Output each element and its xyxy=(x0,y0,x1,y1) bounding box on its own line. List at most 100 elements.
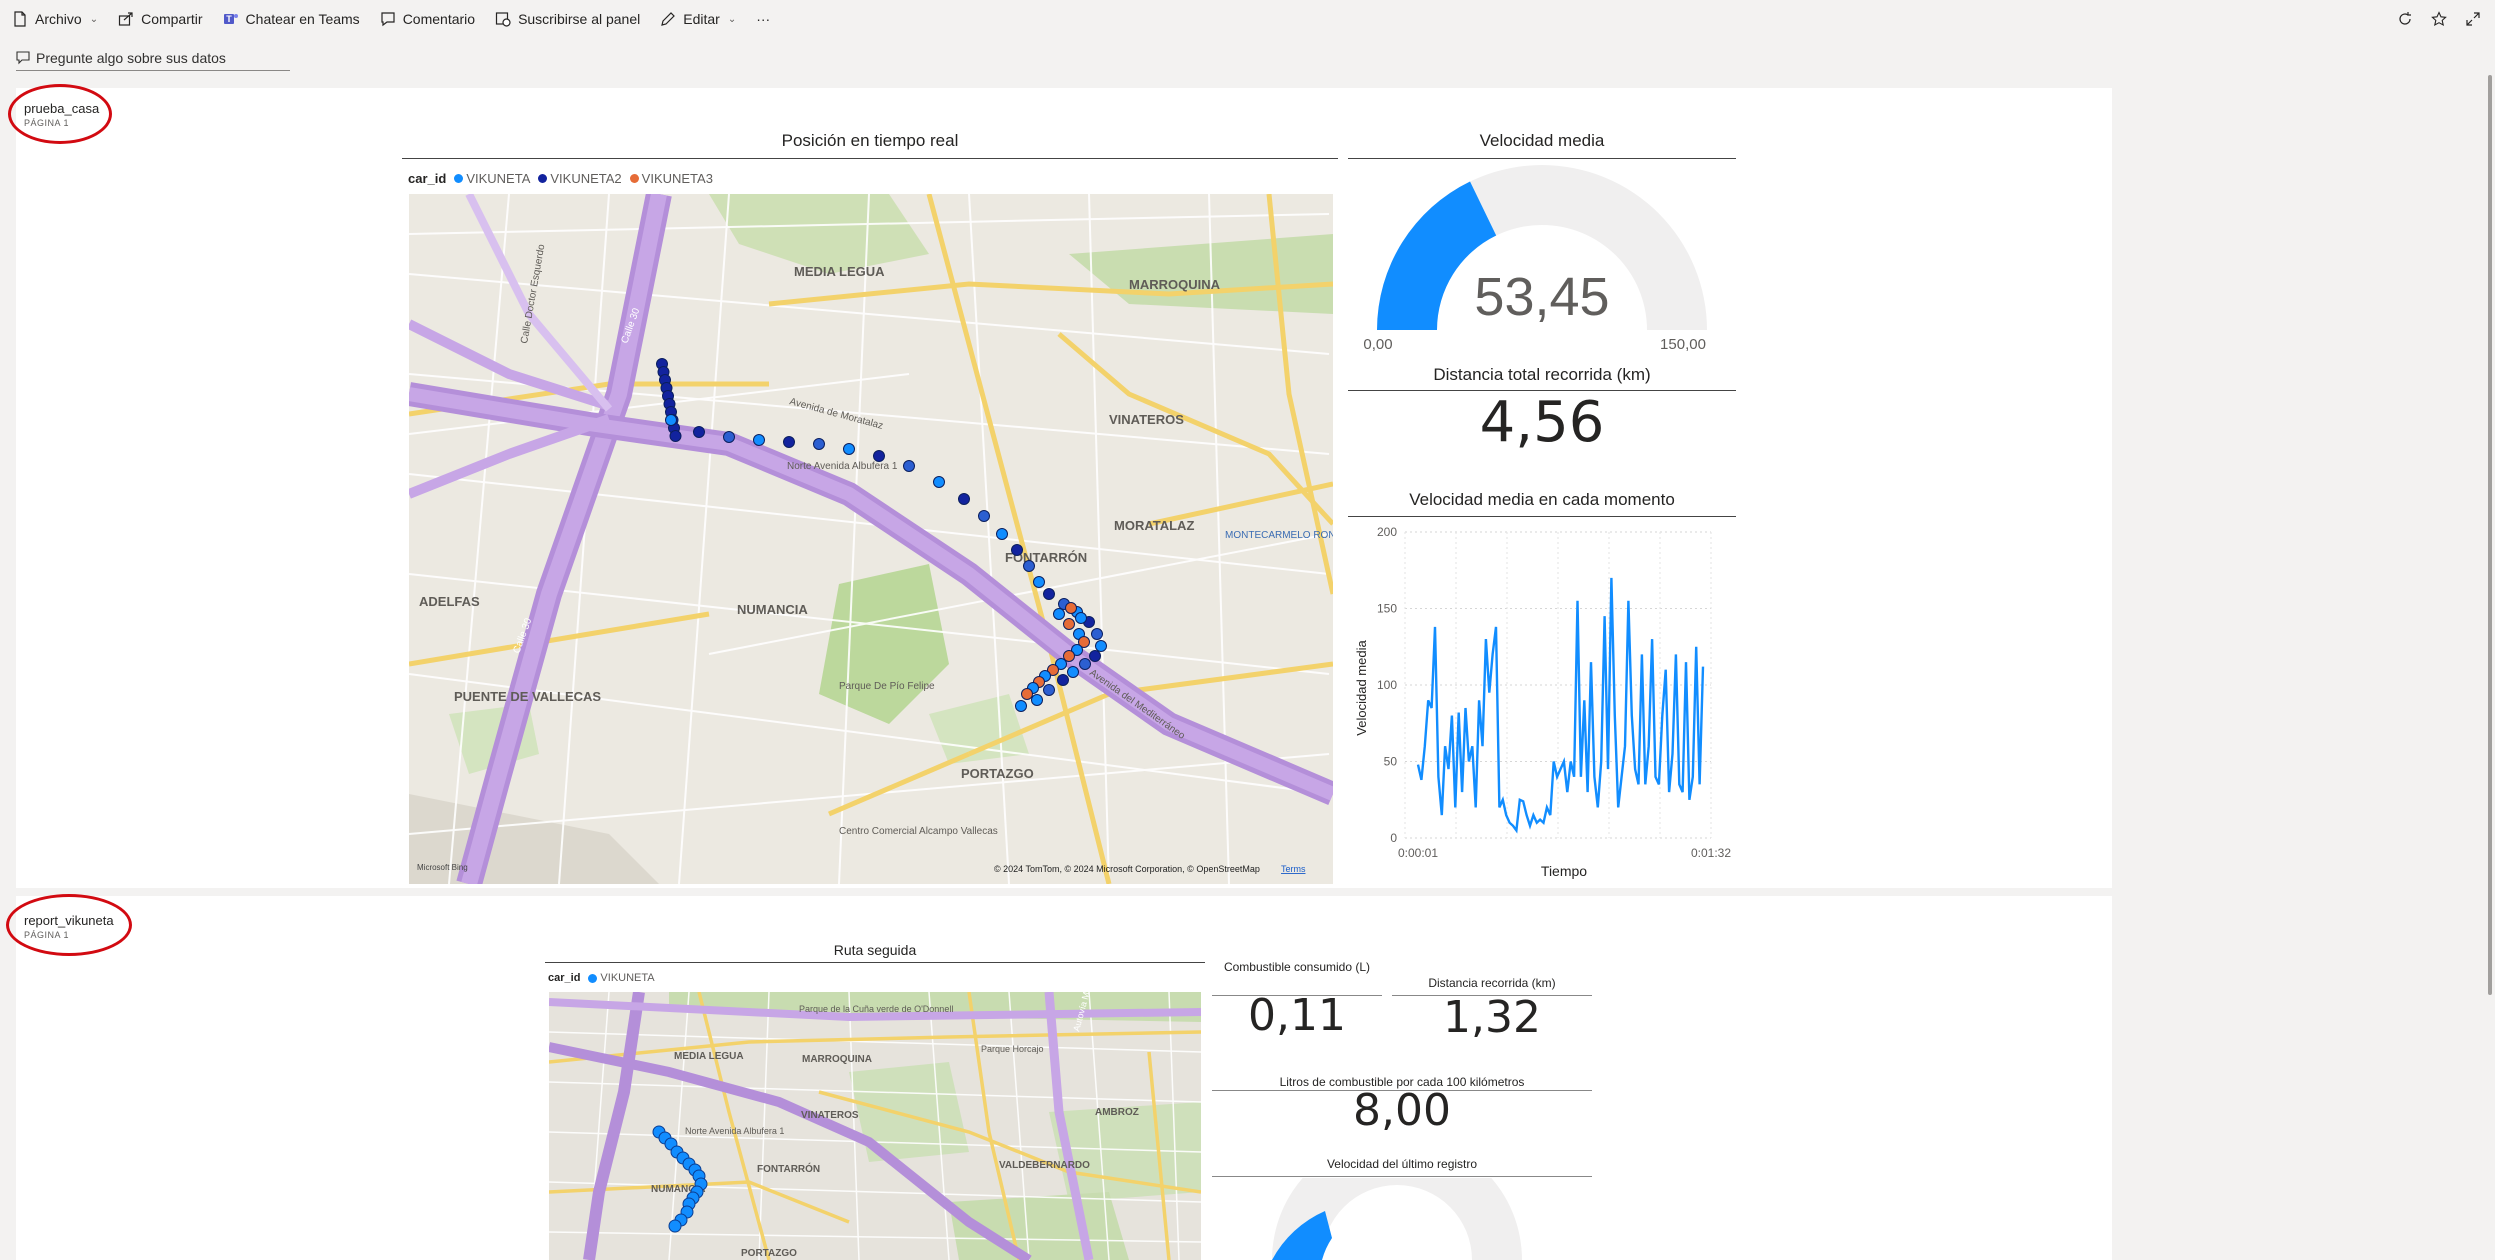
y-tick-label: 0 xyxy=(1390,831,1397,845)
report-name[interactable]: prueba_casa xyxy=(24,101,99,116)
place-label: ADELFAS xyxy=(419,594,480,609)
gauge-value: 53,45 xyxy=(1474,267,1609,327)
report-page: PÁGINA 1 xyxy=(24,118,70,128)
route-point[interactable] xyxy=(665,414,677,426)
route-point[interactable] xyxy=(1015,700,1027,712)
comment-label: Comentario xyxy=(402,11,476,27)
comment-button[interactable]: Comentario xyxy=(380,11,475,27)
route-point[interactable] xyxy=(1095,640,1107,652)
title-underline xyxy=(545,962,1205,963)
map-brand: Microsoft Bing xyxy=(417,863,468,872)
fullscreen-icon[interactable] xyxy=(2465,11,2481,27)
legend-dot xyxy=(538,174,548,183)
route-point[interactable] xyxy=(1043,588,1055,600)
title-underline xyxy=(1348,158,1736,159)
legend-dot xyxy=(629,174,639,183)
legend-label: VIKUNETA xyxy=(466,171,531,186)
y-axis: 0 50 100 150 200 xyxy=(1377,525,1397,845)
legend-item[interactable]: VIKUNETA2 xyxy=(538,171,622,186)
file-icon xyxy=(12,11,28,27)
route-point[interactable] xyxy=(1031,694,1043,706)
refresh-icon[interactable] xyxy=(2397,11,2413,27)
route-point[interactable] xyxy=(723,431,735,443)
legend-item[interactable]: VIKUNETA xyxy=(588,972,655,984)
route-map-view[interactable]: MEDIA LEGUA MARROQUINA VINATEROS VALDEBE… xyxy=(549,992,1201,1260)
speed-line-chart[interactable]: 0 50 100 150 200 0:00:01 0:01:32 Tiempo Velo… xyxy=(1348,520,1736,885)
title-underline xyxy=(1212,1176,1592,1177)
route-point[interactable] xyxy=(753,434,765,446)
place-label: PUENTE DE VALLECAS xyxy=(454,689,601,704)
qna-input[interactable]: Pregunte algo sobre sus datos xyxy=(16,46,290,71)
x-tick-label: 0:00:01 xyxy=(1398,846,1438,860)
route-point[interactable] xyxy=(1011,544,1023,556)
route-point[interactable] xyxy=(1075,612,1087,624)
place-label: FONTARRÓN xyxy=(757,1162,820,1175)
scrollbar[interactable] xyxy=(2485,75,2495,995)
card-title: Distancia recorrida (km) xyxy=(1428,976,1556,990)
route-point[interactable] xyxy=(783,436,795,448)
more-options-button[interactable]: ··· xyxy=(756,11,770,27)
legend-item[interactable]: VIKUNETA xyxy=(454,171,530,186)
route-point[interactable] xyxy=(1089,650,1101,662)
subscribe-button[interactable]: Suscribirse al panel xyxy=(495,11,640,27)
route-point[interactable] xyxy=(1023,560,1035,572)
legend-label: VIKUNETA xyxy=(600,972,655,984)
map-attribution: © 2024 TomTom, © 2024 Microsoft Corporat… xyxy=(994,864,1260,874)
route-point[interactable] xyxy=(669,430,682,442)
toolbar: Archivo ⌄ Compartir T Chatear en Teams C… xyxy=(0,0,2495,38)
share-button[interactable]: Compartir xyxy=(118,11,203,27)
route-point[interactable] xyxy=(1067,666,1079,678)
edit-label: Editar xyxy=(683,11,720,27)
route-point[interactable] xyxy=(668,1219,682,1233)
share-label: Compartir xyxy=(141,11,203,27)
map-legend: car_id VIKUNETA VIKUNETA2 VIKUNETA3 xyxy=(408,171,721,186)
gauge-title: Velocidad media xyxy=(1479,131,1605,150)
report-name[interactable]: report_vikuneta xyxy=(24,913,114,928)
place-label: MARROQUINA xyxy=(1129,277,1221,292)
route-point[interactable] xyxy=(1057,674,1069,686)
comment-icon xyxy=(380,11,396,27)
last-speed-gauge[interactable] xyxy=(1212,1178,1592,1260)
more-icon: ··· xyxy=(756,11,771,27)
archivo-menu[interactable]: Archivo ⌄ xyxy=(12,11,98,27)
edit-menu[interactable]: Editar ⌄ xyxy=(660,11,736,27)
place-label: NUMANCIA xyxy=(737,602,808,617)
favorite-icon[interactable] xyxy=(2431,11,2447,27)
title-underline xyxy=(1348,516,1736,517)
teams-button[interactable]: T Chatear en Teams xyxy=(223,11,360,27)
map-view[interactable]: MEDIA LEGUA MARROQUINA VINATEROS MORATAL… xyxy=(409,194,1333,884)
route-point[interactable] xyxy=(693,426,705,438)
legend-item[interactable]: VIKUNETA3 xyxy=(629,171,713,186)
scrollbar-thumb[interactable] xyxy=(2488,75,2492,995)
route-point[interactable] xyxy=(978,510,990,522)
route-point[interactable] xyxy=(958,493,970,505)
route-point[interactable] xyxy=(1063,618,1075,630)
route-point[interactable] xyxy=(1091,628,1103,640)
route-point[interactable] xyxy=(1033,576,1045,588)
route-point[interactable] xyxy=(903,460,915,472)
map-legend: car_id VIKUNETA xyxy=(548,972,663,984)
route-point[interactable] xyxy=(1079,658,1091,670)
route-point[interactable] xyxy=(843,443,855,455)
title-underline xyxy=(402,158,1338,159)
route-point[interactable] xyxy=(933,476,945,488)
route-point[interactable] xyxy=(1021,688,1033,700)
teams-icon: T xyxy=(223,11,239,27)
legend-title: car_id xyxy=(408,171,447,186)
place-label: Parque de la Cuña verde de O'Donnell xyxy=(799,1004,953,1014)
subscribe-icon xyxy=(495,11,511,27)
y-tick-label: 100 xyxy=(1377,678,1397,692)
speed-gauge[interactable]: 53,45 0,00 150,00 xyxy=(1348,165,1736,360)
route-point[interactable] xyxy=(813,438,825,450)
place-label: VINATEROS xyxy=(801,1110,859,1121)
place-label: PORTAZGO xyxy=(741,1248,797,1259)
route-point[interactable] xyxy=(1043,684,1055,696)
toolbar-right xyxy=(2379,0,2481,38)
chevron-down-icon: ⌄ xyxy=(727,13,737,25)
route-point[interactable] xyxy=(1065,602,1077,614)
place-label: Norte Avenida Albufera 1 xyxy=(787,461,898,472)
route-point[interactable] xyxy=(873,450,885,462)
route-point[interactable] xyxy=(1053,608,1065,620)
route-point[interactable] xyxy=(996,528,1008,540)
gauge-max: 150,00 xyxy=(1660,336,1706,353)
